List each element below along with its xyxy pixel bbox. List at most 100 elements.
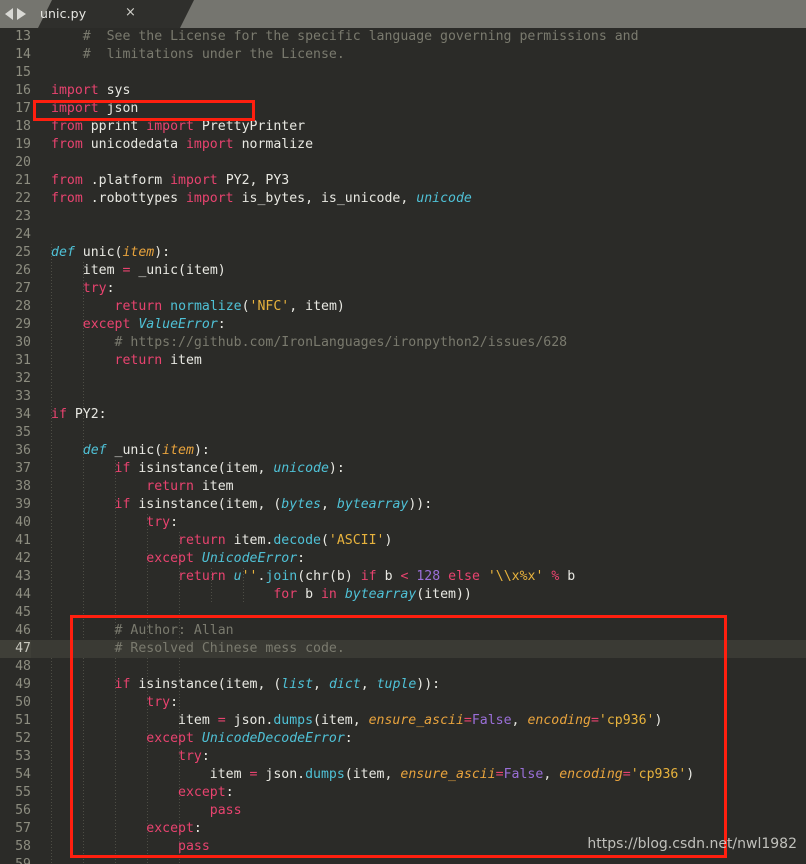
code-line[interactable]: 51 item = json.dumps(item, ensure_ascii=…	[0, 712, 806, 730]
code-line[interactable]: 45	[0, 604, 806, 622]
code-line[interactable]: 30 # https://github.com/IronLanguages/ir…	[0, 334, 806, 352]
code-line[interactable]: 35	[0, 424, 806, 442]
code-text: item = _unic(item)	[51, 263, 226, 278]
line-number: 58	[15, 839, 31, 854]
code-text: try:	[146, 695, 179, 710]
line-number: 44	[15, 587, 31, 602]
code-line[interactable]: 53 try:	[0, 748, 806, 766]
code-line[interactable]: 31 return item	[0, 352, 806, 370]
code-line[interactable]: 47 # Resolved Chinese mess code.	[0, 640, 806, 658]
code-text: from .robottypes import is_bytes, is_uni…	[51, 191, 472, 206]
line-number: 15	[15, 65, 31, 80]
line-number: 50	[15, 695, 31, 710]
code-line[interactable]: 22 from .robottypes import is_bytes, is_u…	[0, 190, 806, 208]
line-number: 20	[15, 155, 31, 170]
code-line[interactable]: 36 def _unic(item):	[0, 442, 806, 460]
line-number: 48	[15, 659, 31, 674]
code-text: item = json.dumps(item, ensure_ascii=Fal…	[51, 767, 695, 782]
code-line[interactable]: 21 from .platform import PY2, PY3	[0, 172, 806, 190]
code-line[interactable]: 40 try:	[0, 514, 806, 532]
line-number: 29	[15, 317, 31, 332]
code-line[interactable]: 25 def unic(item):	[0, 244, 806, 262]
code-text: item = json.dumps(item, ensure_ascii=Fal…	[51, 713, 663, 728]
code-line[interactable]: 39 if isinstance(item, (bytes, bytearray…	[0, 496, 806, 514]
watermark: https://blog.csdn.net/nwl1982	[587, 836, 797, 852]
tab-bar: unic.py ×	[0, 0, 806, 28]
code-text: return u''.join(chr(b) if b < 128 else '…	[178, 569, 576, 584]
close-icon[interactable]: ×	[125, 5, 136, 20]
line-number: 37	[15, 461, 31, 476]
code-line[interactable]: 17 import json	[0, 100, 806, 118]
code-line[interactable]: 56 pass	[0, 802, 806, 820]
line-number: 43	[15, 569, 31, 584]
code-line[interactable]: 23	[0, 208, 806, 226]
code-text: if isinstance(item, (bytes, bytearray)):	[114, 497, 433, 512]
line-number: 45	[15, 605, 31, 620]
line-number: 21	[15, 173, 31, 188]
code-line[interactable]: 33	[0, 388, 806, 406]
code-text: def unic(item):	[51, 245, 171, 260]
code-line[interactable]: 52 except UnicodeDecodeError:	[0, 730, 806, 748]
code-text: if isinstance(item, (list, dict, tuple))…	[114, 677, 441, 692]
code-text: # Resolved Chinese mess code.	[114, 641, 345, 656]
line-number: 55	[15, 785, 31, 800]
line-number: 30	[15, 335, 31, 350]
code-line[interactable]: 16 import sys	[0, 82, 806, 100]
code-line[interactable]: 37 if isinstance(item, unicode):	[0, 460, 806, 478]
code-line[interactable]: 18 from pprint import PrettyPrinter	[0, 118, 806, 136]
line-number: 35	[15, 425, 31, 440]
code-line[interactable]: 44 for b in bytearray(item))	[0, 586, 806, 604]
line-number: 25	[15, 245, 31, 260]
line-number: 33	[15, 389, 31, 404]
line-number: 52	[15, 731, 31, 746]
code-line[interactable]: 20	[0, 154, 806, 172]
code-text: for b in bytearray(item))	[273, 587, 472, 602]
code-line[interactable]: 28 return normalize('NFC', item)	[0, 298, 806, 316]
code-line[interactable]: 32	[0, 370, 806, 388]
forward-arrow-icon[interactable]	[17, 8, 26, 20]
line-number: 53	[15, 749, 31, 764]
code-line[interactable]: 26 item = _unic(item)	[0, 262, 806, 280]
code-text: def _unic(item):	[82, 443, 210, 458]
line-number: 41	[15, 533, 31, 548]
code-line[interactable]: 24	[0, 226, 806, 244]
code-line[interactable]: 43 return u''.join(chr(b) if b < 128 els…	[0, 568, 806, 586]
code-line[interactable]: 49 if isinstance(item, (list, dict, tupl…	[0, 676, 806, 694]
code-line[interactable]: 14 # limitations under the License.	[0, 46, 806, 64]
code-text: import sys	[51, 83, 131, 98]
code-line[interactable]: 59	[0, 856, 806, 864]
code-text: except:	[146, 821, 202, 836]
code-line[interactable]: 50 try:	[0, 694, 806, 712]
line-number: 14	[15, 47, 31, 62]
code-line[interactable]: 27 try:	[0, 280, 806, 298]
code-text: except:	[178, 785, 234, 800]
code-text: return item	[146, 479, 234, 494]
code-text: try:	[178, 749, 210, 764]
line-number: 40	[15, 515, 31, 530]
back-arrow-icon[interactable]	[5, 8, 13, 20]
code-line[interactable]: 13 # See the License for the specific la…	[0, 28, 806, 46]
line-number: 34	[15, 407, 31, 422]
line-number: 59	[0, 856, 31, 864]
line-number: 18	[15, 119, 31, 134]
code-line[interactable]: 55 except:	[0, 784, 806, 802]
code-line[interactable]: 54 item = json.dumps(item, ensure_ascii=…	[0, 766, 806, 784]
code-line[interactable]: 19 from unicodedata import normalize	[0, 136, 806, 154]
code-line[interactable]: 42 except UnicodeError:	[0, 550, 806, 568]
code-text: import json	[51, 101, 139, 116]
line-number: 51	[15, 713, 31, 728]
code-line[interactable]: 46 # Author: Allan	[0, 622, 806, 640]
code-editor[interactable]: 13 # See the License for the specific la…	[0, 28, 806, 864]
code-line[interactable]: 38 return item	[0, 478, 806, 496]
code-line[interactable]: 41 return item.decode('ASCII')	[0, 532, 806, 550]
line-number: 23	[15, 209, 31, 224]
line-number: 49	[15, 677, 31, 692]
code-line[interactable]: 29 except ValueError:	[0, 316, 806, 334]
code-line[interactable]: 48	[0, 658, 806, 676]
code-line[interactable]: 15	[0, 64, 806, 82]
line-number: 17	[15, 101, 31, 116]
code-text: # https://github.com/IronLanguages/ironp…	[114, 335, 568, 350]
code-line[interactable]: 34 if PY2:	[0, 406, 806, 424]
code-text: try:	[146, 515, 179, 530]
line-number: 32	[15, 371, 31, 386]
